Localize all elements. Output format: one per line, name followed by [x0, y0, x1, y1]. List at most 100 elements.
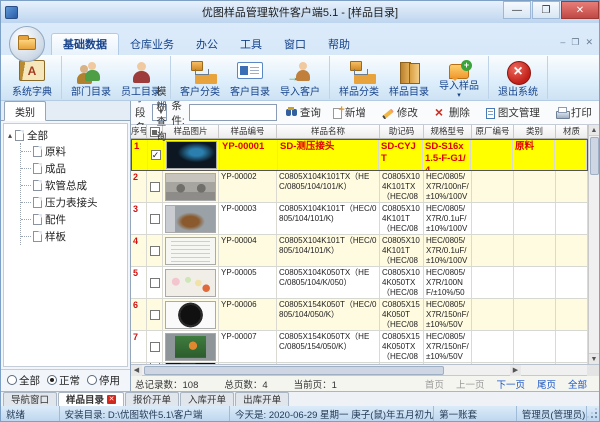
- import-sample-button[interactable]: +导入样品▾: [434, 57, 484, 98]
- column-header-0[interactable]: 序号: [131, 125, 147, 138]
- radio-icon[interactable]: [47, 375, 57, 385]
- column-header-2[interactable]: 样品图片: [163, 125, 219, 138]
- search-button[interactable]: 查询: [281, 103, 325, 122]
- status-filter-radios: 全部正常停用: [1, 369, 130, 391]
- page-next-link[interactable]: 下一页: [496, 377, 525, 391]
- ribbon-tab-3[interactable]: 工具: [229, 34, 273, 55]
- row-checkbox: [147, 363, 163, 364]
- child-minimize-button[interactable]: –: [560, 37, 565, 48]
- row-checkbox[interactable]: [150, 278, 160, 288]
- vertical-scrollbar[interactable]: ▲ ▼: [588, 125, 599, 364]
- tree-root[interactable]: ▴ 全部: [6, 128, 125, 143]
- child-close-button[interactable]: ✕: [585, 37, 593, 48]
- radio-icon[interactable]: [7, 375, 17, 385]
- category-tree[interactable]: ▴ 全部 原料成品软管总成压力表接头配件样板: [3, 123, 128, 367]
- radio-全部[interactable]: 全部: [7, 373, 40, 388]
- table-row[interactable]: 7YP-00007C0805X154K050TX（HEC/0805/154/05…: [131, 331, 588, 363]
- scroll-left-icon[interactable]: ◀: [131, 365, 142, 376]
- tree-item-5[interactable]: 样板: [21, 228, 125, 245]
- column-header-4[interactable]: 样品名称: [277, 125, 380, 138]
- scroll-down-icon[interactable]: ▼: [589, 353, 600, 364]
- radio-icon[interactable]: [87, 375, 97, 385]
- column-header-7[interactable]: 原厂编号: [472, 125, 514, 138]
- row-number: 3: [131, 203, 147, 234]
- row-checkbox[interactable]: [150, 182, 160, 192]
- row-checkbox[interactable]: [150, 246, 160, 256]
- scroll-thumb[interactable]: [590, 137, 599, 175]
- field-select[interactable]: 模糊查询 ▼: [152, 104, 167, 121]
- radio-正常[interactable]: 正常: [47, 373, 80, 388]
- sample-image: [163, 171, 219, 202]
- row-checkbox[interactable]: [150, 342, 160, 352]
- row-checkbox[interactable]: [150, 310, 160, 320]
- column-header-3[interactable]: 样品编号: [219, 125, 277, 138]
- row-number: 5: [131, 267, 147, 298]
- ribbon-tab-5[interactable]: 帮助: [317, 34, 361, 55]
- horizontal-scrollbar[interactable]: ◀ ▶: [131, 365, 599, 376]
- table-row[interactable]: 1✓YP-00001SD-测压接头SD-CYJTSD-S16x1.5-F-G1/…: [131, 139, 588, 171]
- mdi-tab-inbound-order[interactable]: 入库开单: [180, 392, 234, 406]
- app-menu-button[interactable]: [9, 26, 45, 62]
- table-row[interactable]: 4YP-00004C0805X104K101T（HEC/0805/104/101…: [131, 235, 588, 267]
- system-dictionary-button[interactable]: 系统字典: [7, 57, 57, 98]
- child-restore-button[interactable]: ❐: [571, 37, 579, 48]
- sample-table: 序号 样品图片样品编号样品名称助记码规格型号原厂编号类别材质 1✓YP-00001…: [131, 125, 599, 365]
- close-button[interactable]: ✕: [561, 1, 599, 19]
- modify-button[interactable]: 修改: [378, 103, 422, 122]
- department-catalog-button[interactable]: 部门目录: [66, 57, 116, 98]
- table-row[interactable]: 5YP-00005C0805X104K050TX（HEC/0805/104/K/…: [131, 267, 588, 299]
- table-row[interactable]: 6YP-00006C0805X154K050T（HEC/0805/104/050…: [131, 299, 588, 331]
- tree-item-1[interactable]: 成品: [21, 160, 125, 177]
- tree-item-3[interactable]: 压力表接头: [21, 194, 125, 211]
- column-header-5[interactable]: 助记码: [380, 125, 424, 138]
- scroll-thumb[interactable]: [144, 366, 444, 375]
- print-button[interactable]: 打印: [552, 103, 596, 122]
- ribbon-tab-1[interactable]: 仓库业务: [119, 34, 185, 55]
- mdi-tab-outbound-order[interactable]: 出库开单: [235, 392, 289, 406]
- expander-icon[interactable]: ▴: [8, 131, 12, 140]
- mdi-tab-quote-order[interactable]: 报价开单: [125, 392, 179, 406]
- ribbon-tab-2[interactable]: 办公: [185, 34, 229, 55]
- tab-category[interactable]: 类别: [4, 101, 46, 121]
- row-checkbox[interactable]: [150, 363, 160, 364]
- resize-grip[interactable]: [587, 408, 599, 420]
- mdi-tab-sample-catalog-tab[interactable]: 样品目录✕: [58, 392, 124, 406]
- page-last-link[interactable]: 尾页: [537, 377, 556, 391]
- exit-system-button[interactable]: 退出系统: [493, 57, 543, 98]
- row-checkbox[interactable]: [150, 214, 160, 224]
- close-icon[interactable]: ✕: [107, 395, 116, 404]
- ribbon-tab-0[interactable]: 基础数据: [51, 33, 119, 55]
- minimize-button[interactable]: —: [503, 1, 531, 19]
- column-header-9[interactable]: 材质: [556, 125, 588, 138]
- factory-no: [472, 363, 514, 364]
- delete-button[interactable]: 删除: [430, 103, 474, 122]
- column-header-6[interactable]: 规格型号: [424, 125, 472, 138]
- factory-no: [472, 171, 514, 202]
- sample-catalog-button[interactable]: 样品目录: [384, 57, 434, 98]
- page-all-link[interactable]: 全部: [568, 377, 587, 391]
- tree-item-2[interactable]: 软管总成: [21, 177, 125, 194]
- dark-strip-photo: [165, 363, 216, 364]
- add-new-label: 新增: [345, 105, 366, 120]
- tree-item-4[interactable]: 配件: [21, 211, 125, 228]
- scroll-right-icon[interactable]: ▶: [510, 365, 521, 376]
- add-new-button[interactable]: 新增: [329, 103, 370, 122]
- image-text-manage-button[interactable]: 图文管理: [482, 103, 544, 122]
- column-header-8[interactable]: 类别: [514, 125, 556, 138]
- radio-停用[interactable]: 停用: [87, 373, 120, 388]
- scroll-up-icon[interactable]: ▲: [589, 125, 600, 136]
- maximize-button[interactable]: ❐: [532, 1, 560, 19]
- customer-category-label: 客户分类: [180, 83, 220, 98]
- mdi-tab-nav-window[interactable]: 导航窗口: [3, 392, 57, 406]
- node-icon: [33, 231, 42, 242]
- row-checkbox[interactable]: ✓: [151, 150, 161, 160]
- tree-item-0[interactable]: 原料: [21, 143, 125, 160]
- condition-input[interactable]: [189, 104, 277, 121]
- sample-category-button[interactable]: 样品分类: [334, 57, 384, 98]
- customer-catalog-button[interactable]: 客户目录: [225, 57, 275, 98]
- table-row[interactable]: 2YP-00002C0805X104K101TX（HEC/0805/104/10…: [131, 171, 588, 203]
- table-row[interactable]: 3YP-00003C0805X104K101T（HEC/0805/104/101…: [131, 203, 588, 235]
- import-customer-button[interactable]: →导入客户: [275, 57, 325, 98]
- customer-category-button[interactable]: 客户分类: [175, 57, 225, 98]
- ribbon-tab-4[interactable]: 窗口: [273, 34, 317, 55]
